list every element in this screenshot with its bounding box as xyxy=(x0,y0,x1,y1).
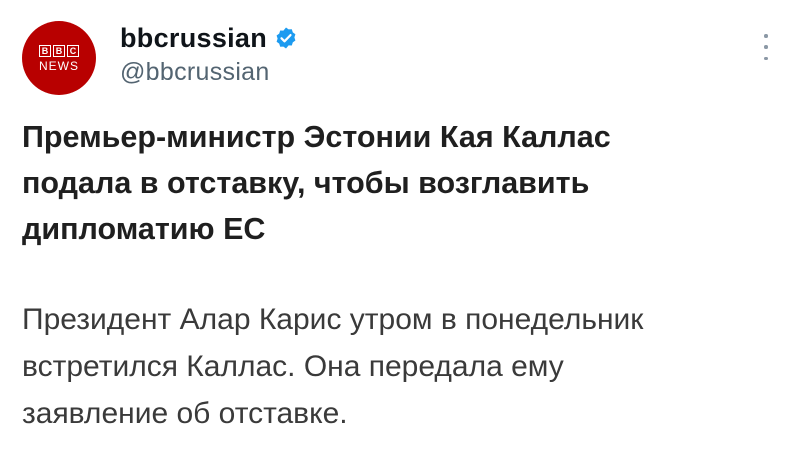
user-handle[interactable]: @bbcrussian xyxy=(120,58,270,87)
bbc-logo-block: B xyxy=(39,44,51,57)
tweet-card: B B C NEWS bbcrussian @bbcrussian Премье… xyxy=(0,0,800,473)
author-row: bbcrussian xyxy=(120,21,298,55)
post-body: Президент Алар Карис утром в понедельник… xyxy=(22,303,644,430)
news-logo-text: NEWS xyxy=(39,58,79,73)
post-headline: Премьер-министр Эстонии Кая Каллас подал… xyxy=(22,120,611,246)
menu-dot xyxy=(764,56,768,60)
bbc-logo-block: B xyxy=(53,44,65,57)
menu-dot xyxy=(764,45,768,49)
display-name[interactable]: bbcrussian xyxy=(120,23,267,54)
avatar[interactable]: B B C NEWS xyxy=(22,21,96,95)
verified-badge-icon xyxy=(276,27,296,49)
menu-dot xyxy=(764,34,768,38)
more-vertical-icon[interactable] xyxy=(760,34,772,60)
bbc-logo: B B C xyxy=(39,44,79,57)
bbc-logo-block: C xyxy=(67,44,79,57)
